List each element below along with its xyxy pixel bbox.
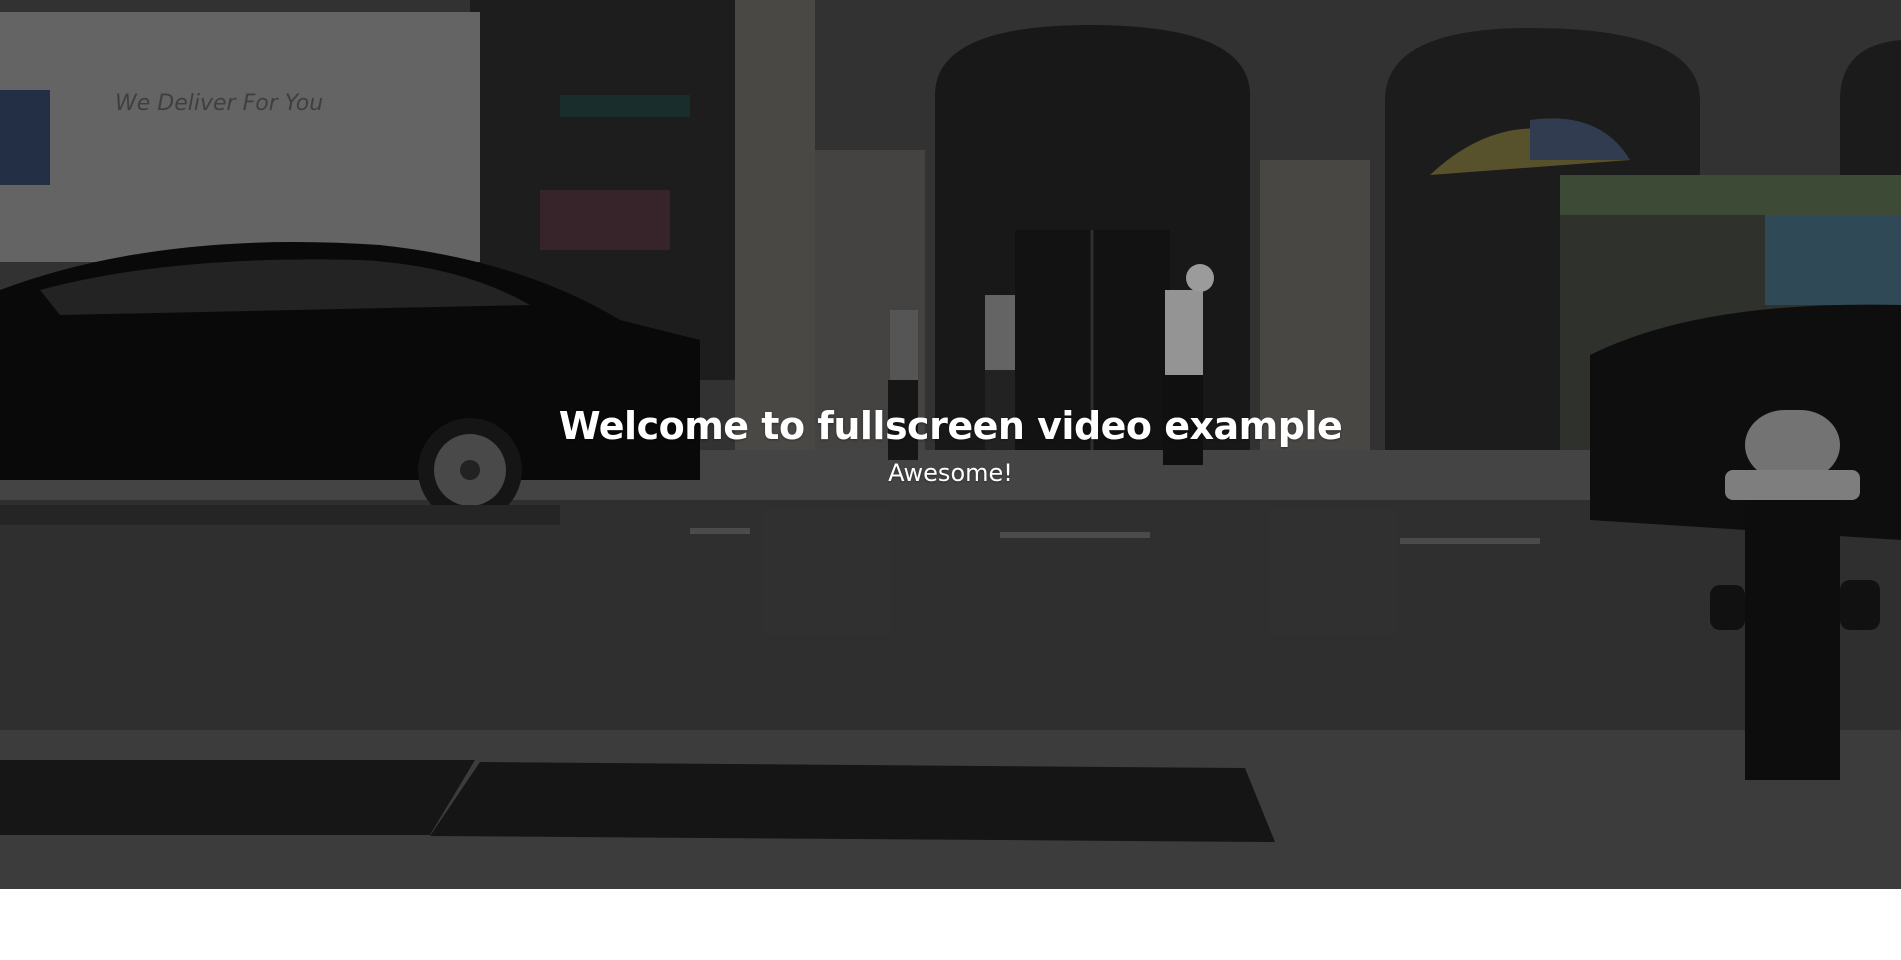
fullscreen-video-hero: We Deliver For You Welcome to fullscreen… bbox=[0, 0, 1901, 889]
hero-subtitle: Awesome! bbox=[888, 459, 1013, 487]
hero-title: Welcome to fullscreen video example bbox=[558, 404, 1343, 448]
page-content-area bbox=[0, 889, 1901, 960]
hero-caption: Welcome to fullscreen video example Awes… bbox=[0, 400, 1901, 488]
